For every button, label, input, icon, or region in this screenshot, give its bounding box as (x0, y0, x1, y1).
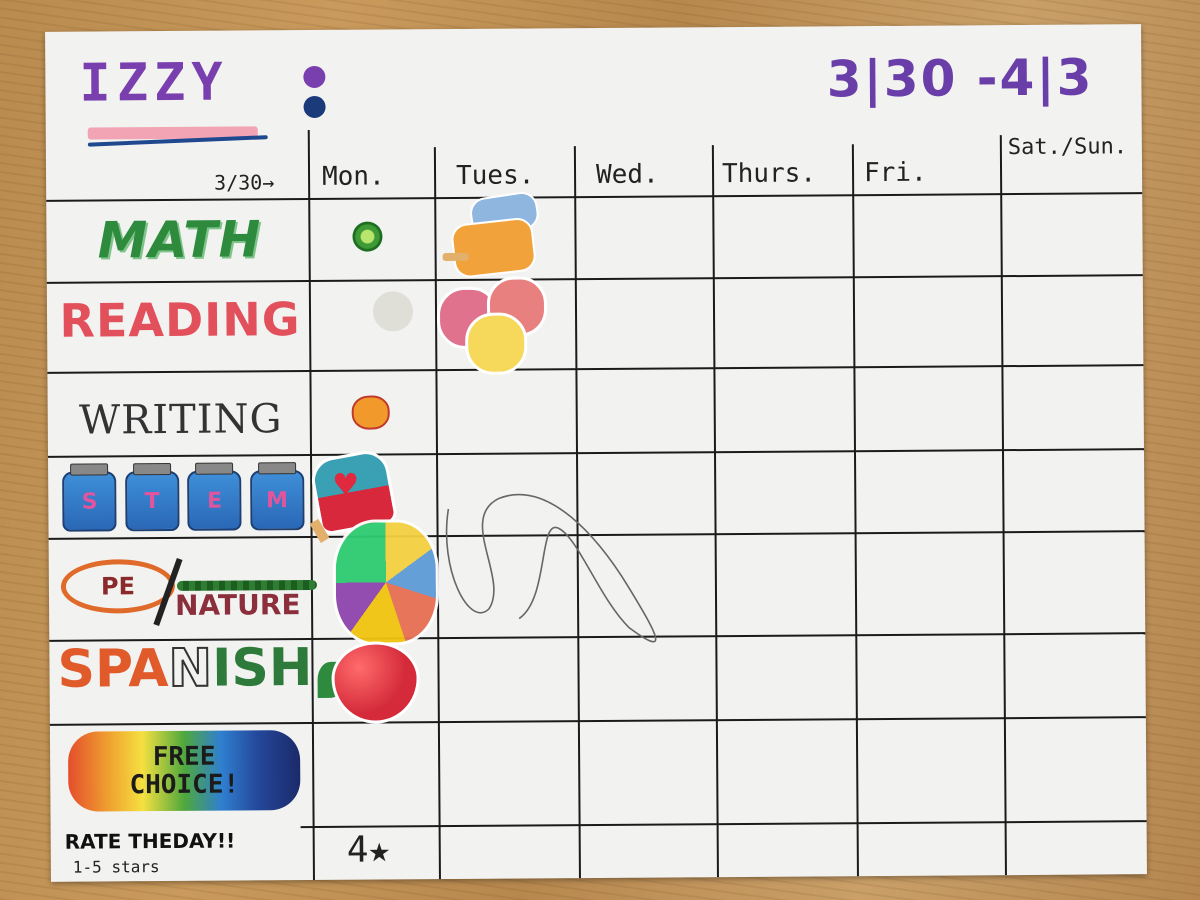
collage-sticker (332, 519, 440, 646)
subject-free-choice: FREE CHOICE! (67, 730, 301, 812)
colon-dot-top (303, 65, 326, 89)
stem-jar-s: S (62, 463, 117, 532)
sticker-residue (372, 291, 414, 332)
stem-jar-m: M (249, 462, 305, 531)
week-dates: 3|30 -4|3 (826, 48, 1094, 109)
stem-jar-e: E (187, 462, 242, 531)
subject-stem: S T E M (58, 462, 308, 534)
header-line (46, 192, 1143, 202)
rate-scale-label: 1-5 stars (72, 857, 160, 877)
col-line-6 (999, 135, 1007, 876)
row-line-7 (300, 820, 1147, 829)
day-friday: Fri. (863, 157, 927, 189)
subject-writing: WRITING (78, 396, 283, 444)
pe-label: PE (60, 558, 176, 614)
nature-label: NATURE (174, 588, 301, 622)
popsicles-sticker (442, 189, 541, 280)
child-name: IZZY (79, 52, 229, 114)
row-line-6 (49, 716, 1146, 726)
col-line-4 (711, 145, 719, 878)
free-line-1: FREE (152, 741, 216, 773)
day-tuesday: Tues. (455, 160, 535, 191)
row-line-1 (46, 274, 1143, 284)
lime-sticker (352, 221, 383, 252)
day-thursday: Thurs. (721, 158, 817, 190)
monster-sticker (351, 395, 390, 430)
strawberry-sticker (317, 641, 420, 724)
rate-the-day-label: RATE THEDAY!! (64, 828, 236, 854)
subject-spanish: SPANISH (57, 637, 313, 700)
free-line-2: CHOICE! (129, 769, 240, 801)
gumdrops-sticker (436, 276, 548, 375)
subject-pe-nature: PE NATURE (57, 552, 318, 634)
subject-reading: READING (59, 292, 301, 348)
subject-math: MATH (97, 210, 262, 270)
day-weekend: Sat./Sun. (1007, 134, 1128, 161)
row-line-3 (48, 448, 1144, 458)
day-wednesday: Wed. (595, 159, 659, 190)
colon-dot-bottom (303, 95, 326, 119)
monday-rating: 4★ (346, 829, 391, 871)
homeschool-chart-paper: IZZY 3|30 -4|3 3/30→ Mon. Tues. Wed. Thu… (45, 24, 1147, 882)
row-line-2 (47, 364, 1144, 374)
col-line-5 (851, 144, 859, 877)
stem-jar-t: T (124, 462, 180, 532)
week-of-label: 3/30→ (214, 170, 275, 195)
pencil-scribble (445, 493, 657, 643)
day-monday: Mon. (321, 161, 385, 192)
